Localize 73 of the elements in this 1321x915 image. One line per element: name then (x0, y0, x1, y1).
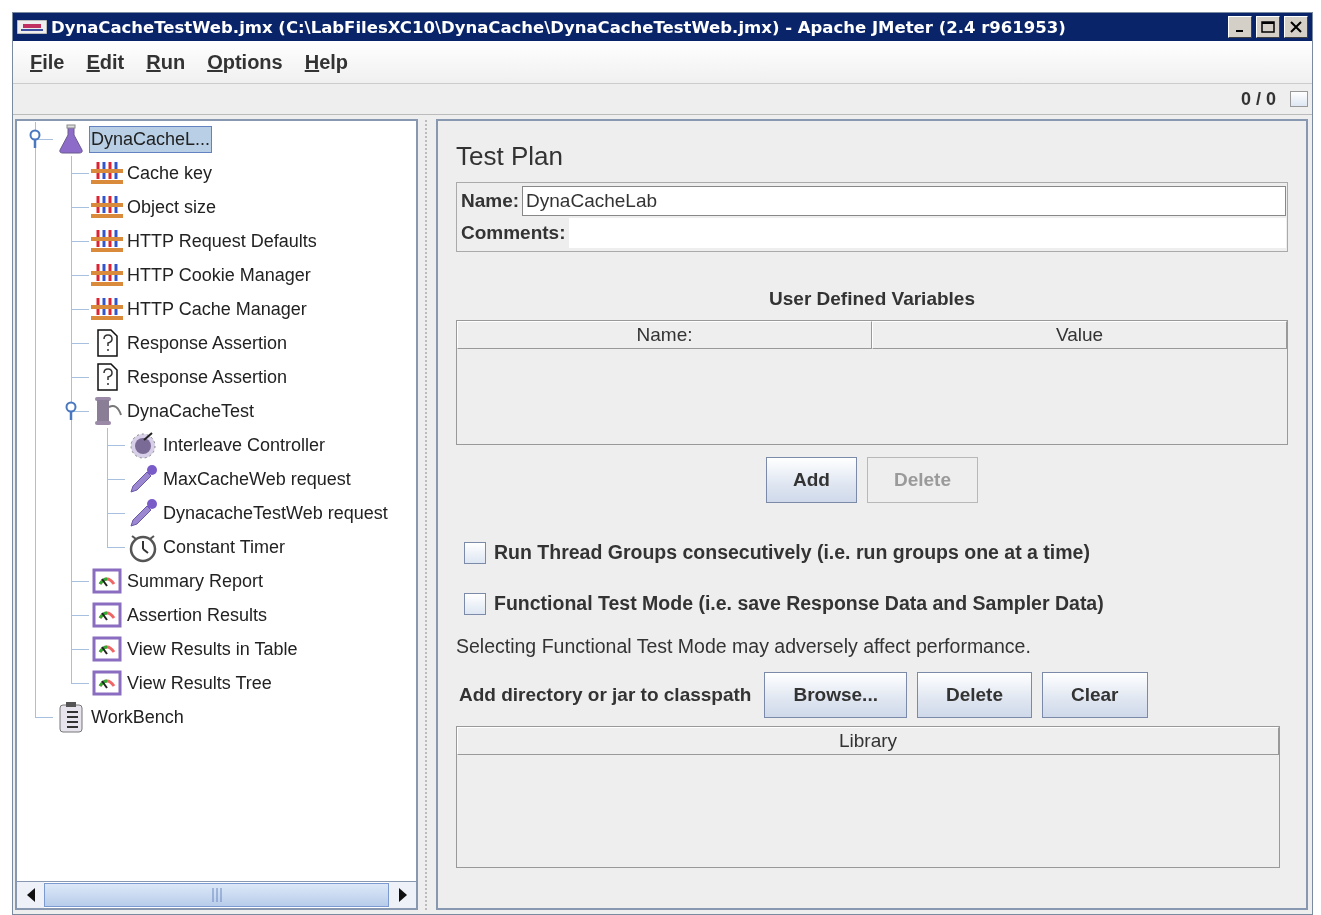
minimize-button[interactable] (1228, 16, 1252, 38)
classpath-label: Add directory or jar to classpath (458, 684, 753, 706)
maximize-button[interactable] (1256, 16, 1280, 38)
checkbox[interactable] (464, 592, 486, 615)
question-document-icon (94, 328, 120, 358)
menu-item[interactable]: File (19, 46, 76, 78)
tree-item[interactable]: Interleave Controller (161, 431, 328, 459)
pipette-icon (127, 497, 159, 529)
app-icon (17, 20, 47, 34)
column-header[interactable]: Value (872, 321, 1287, 349)
test-tube-rack-icon (89, 295, 125, 323)
tree-item[interactable]: DynacacheTestWeb request (161, 499, 390, 527)
close-icon[interactable] (1290, 21, 1302, 33)
panel-title: Test Plan (456, 141, 564, 172)
tree-item[interactable]: Object size (125, 193, 219, 221)
tree-item[interactable]: Cache key (125, 159, 215, 187)
grip-icon[interactable] (210, 887, 223, 903)
test-tube-rack-icon (89, 159, 125, 187)
action-button[interactable]: Browse... (764, 672, 907, 718)
menu-item[interactable]: Edit (75, 46, 136, 78)
test-tube-rack-icon (89, 193, 125, 221)
section-title: User Defined Variables (768, 288, 976, 310)
status-indicator-icon (1290, 91, 1308, 107)
tree-item[interactable]: Constant Timer (161, 533, 288, 561)
tree-item[interactable]: Response Assertion (125, 329, 290, 357)
tree-item[interactable]: HTTP Cache Manager (125, 295, 309, 323)
close-button[interactable] (1284, 16, 1308, 38)
tree-item[interactable]: View Results in Table (125, 635, 300, 663)
window-title: DynaCacheTestWeb.jmx (C:\LabFilesXC10\DynaCache\DynaCacheTestWeb.jmx) - Apache JMeter (2.4 r961953) (51, 17, 1067, 37)
scroll-left-icon[interactable] (25, 888, 36, 902)
field-label: Comments: (460, 222, 567, 244)
checkbox-label: Functional Test Mode (i.e. save Response Data and Sampler Data) (494, 592, 1104, 615)
tree-item[interactable]: Assertion Results (125, 601, 270, 629)
tree-item[interactable]: Summary Report (125, 567, 266, 595)
tree-item[interactable]: WorkBench (89, 703, 186, 731)
test-tube-rack-icon (89, 227, 125, 255)
clipboard-icon (58, 701, 84, 733)
tree-item[interactable]: DynaCacheTest (125, 397, 257, 425)
gauge-icon (92, 568, 122, 594)
tree-item[interactable]: View Results Tree (125, 669, 274, 697)
action-button[interactable]: Clear (1042, 672, 1148, 718)
gauge-icon (92, 602, 122, 628)
maximize-icon[interactable] (1261, 21, 1275, 33)
expand-handle[interactable] (29, 129, 41, 149)
warning-text: Selecting Functional Test Mode may adversely affect performance. (456, 635, 1032, 658)
tree-item[interactable]: Response Assertion (125, 363, 290, 391)
column-header[interactable]: Name: (457, 321, 872, 349)
comments-field[interactable] (568, 218, 1286, 248)
dial-icon (128, 430, 158, 460)
menu-item[interactable]: Options (196, 46, 294, 78)
horizontal-scrollbar[interactable] (17, 881, 416, 908)
expand-handle[interactable] (65, 401, 77, 421)
scroll-right-icon[interactable] (397, 888, 408, 902)
flask-icon (58, 124, 84, 154)
question-document-icon (94, 362, 120, 392)
tree-item[interactable]: HTTP Request Defaults (125, 227, 319, 255)
checkbox[interactable] (464, 541, 486, 564)
menu-item[interactable]: Run (135, 46, 197, 78)
tree-item[interactable]: DynaCacheL... (89, 125, 213, 153)
column-header[interactable]: Library (457, 727, 1279, 755)
checkbox-label: Run Thread Groups consecutively (i.e. run groups one at a time) (494, 541, 1090, 564)
gauge-icon (92, 636, 122, 662)
thread-counter: 0 / 0 (1240, 88, 1276, 110)
test-tube-rack-icon (89, 261, 125, 289)
gauge-icon (92, 670, 122, 696)
pipette-icon (127, 463, 159, 495)
action-button[interactable]: Add (766, 457, 857, 503)
field-label: Name: (460, 190, 521, 212)
name-field[interactable]: DynaCacheLab (522, 186, 1286, 216)
action-button[interactable]: Delete (916, 672, 1032, 718)
menu-item[interactable]: Help (293, 46, 360, 78)
tree-item[interactable]: MaxCacheWeb request (161, 465, 353, 493)
tree-item[interactable]: HTTP Cookie Manager (125, 261, 313, 289)
